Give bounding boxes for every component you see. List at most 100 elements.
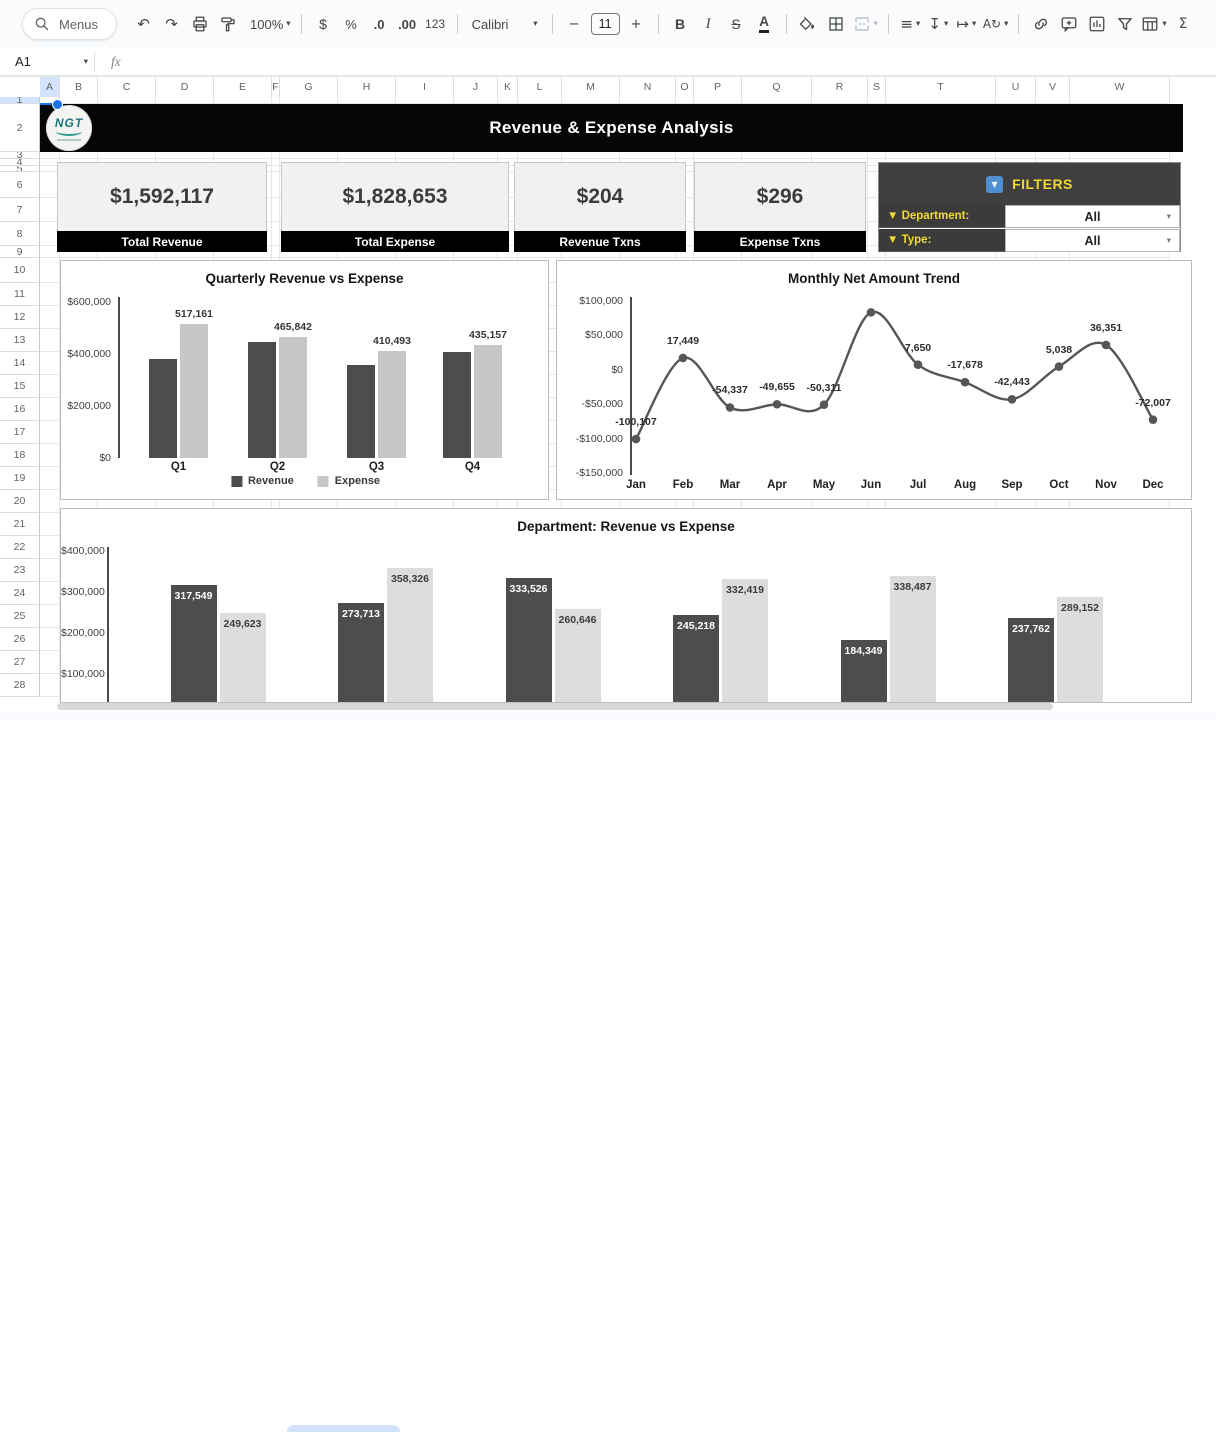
column-header-S[interactable]: S bbox=[868, 77, 886, 97]
column-header-V[interactable]: V bbox=[1036, 77, 1070, 97]
type-filter-dropdown[interactable]: All ▾ bbox=[1005, 229, 1180, 252]
column-header-M[interactable]: M bbox=[562, 77, 620, 97]
column-header-A[interactable]: A bbox=[40, 77, 60, 97]
print-button[interactable] bbox=[186, 11, 213, 38]
chart-panel-monthly-trend[interactable]: Monthly Net Amount Trend $100,000$50,000… bbox=[556, 260, 1192, 500]
row-header-4[interactable]: 4 bbox=[0, 159, 40, 166]
column-header-R[interactable]: R bbox=[812, 77, 868, 97]
formula-bar: A1 ▾ fx bbox=[0, 48, 1216, 76]
row-header-1[interactable]: 1 bbox=[0, 97, 40, 104]
row-header-17[interactable]: 17 bbox=[0, 421, 40, 444]
name-box[interactable]: A1 ▾ bbox=[0, 48, 88, 75]
italic-button[interactable]: I bbox=[695, 11, 722, 38]
row-header-22[interactable]: 22 bbox=[0, 536, 40, 559]
table-views-button[interactable]: ▾ bbox=[1139, 11, 1168, 38]
strikethrough-button[interactable]: S bbox=[723, 11, 750, 38]
column-header-T[interactable]: T bbox=[886, 77, 996, 97]
redo-button[interactable]: ↷ bbox=[158, 11, 185, 38]
increase-font-size-button[interactable]: + bbox=[623, 11, 650, 38]
row-header-18[interactable]: 18 bbox=[0, 444, 40, 467]
filter-label-type: ▼ Type: bbox=[879, 229, 1005, 252]
point-value-label: -42,443 bbox=[994, 376, 1030, 388]
column-header-Q[interactable]: Q bbox=[742, 77, 812, 97]
decrease-decimal-button[interactable]: .0 bbox=[366, 11, 393, 38]
row-header-9[interactable]: 9 bbox=[0, 246, 40, 258]
decrease-font-size-button[interactable]: − bbox=[561, 11, 588, 38]
horizontal-align-button[interactable]: ≡▾ bbox=[897, 11, 924, 38]
row-header-6[interactable]: 6 bbox=[0, 172, 40, 198]
row-header-11[interactable]: 11 bbox=[0, 283, 40, 306]
row-header-28[interactable]: 28 bbox=[0, 674, 40, 697]
row-header-19[interactable]: 19 bbox=[0, 467, 40, 490]
column-header-E[interactable]: E bbox=[214, 77, 272, 97]
format-percent-button[interactable]: % bbox=[338, 11, 365, 38]
column-header-G[interactable]: G bbox=[280, 77, 338, 97]
column-header-I[interactable]: I bbox=[396, 77, 454, 97]
text-wrap-button[interactable]: ↦▾ bbox=[953, 11, 980, 38]
column-header-K[interactable]: K bbox=[498, 77, 518, 97]
create-filter-button[interactable] bbox=[1111, 11, 1138, 38]
row-header-13[interactable]: 13 bbox=[0, 329, 40, 352]
column-header-J[interactable]: J bbox=[454, 77, 498, 97]
fill-color-button[interactable] bbox=[795, 11, 822, 38]
column-header-F[interactable]: F bbox=[272, 77, 280, 97]
active-sheet-tab[interactable] bbox=[287, 1425, 400, 1432]
horizontal-scrollbar[interactable] bbox=[57, 703, 1053, 710]
borders-button[interactable] bbox=[823, 11, 850, 38]
menus-search[interactable]: Menus bbox=[22, 8, 117, 40]
department-filter-dropdown[interactable]: All ▾ bbox=[1005, 205, 1180, 228]
text-color-button[interactable]: A bbox=[751, 11, 778, 38]
insert-link-button[interactable] bbox=[1027, 11, 1054, 38]
text-rotation-button[interactable]: A↻▾ bbox=[981, 11, 1011, 38]
column-header-N[interactable]: N bbox=[620, 77, 676, 97]
column-header-H[interactable]: H bbox=[338, 77, 396, 97]
row-header-20[interactable]: 20 bbox=[0, 490, 40, 513]
column-header-L[interactable]: L bbox=[518, 77, 562, 97]
vertical-align-button[interactable]: ↧▾ bbox=[925, 11, 952, 38]
font-size-input[interactable]: 11 bbox=[591, 13, 620, 35]
format-currency-button[interactable]: $ bbox=[310, 11, 337, 38]
row-header-3[interactable]: 3 bbox=[0, 152, 40, 159]
zoom-control[interactable]: 100% ▾ bbox=[248, 11, 293, 38]
row-header-7[interactable]: 7 bbox=[0, 198, 40, 222]
row-header-12[interactable]: 12 bbox=[0, 306, 40, 329]
font-family-select[interactable]: Calibri ▾ bbox=[466, 11, 544, 38]
dashboard-banner[interactable]: Revenue & Expense Analysis NGT bbox=[40, 104, 1183, 152]
row-header-21[interactable]: 21 bbox=[0, 513, 40, 536]
formula-input[interactable] bbox=[131, 48, 1216, 75]
row-header-16[interactable]: 16 bbox=[0, 398, 40, 421]
select-all-corner[interactable] bbox=[0, 77, 41, 97]
divider bbox=[888, 14, 889, 34]
column-header-C[interactable]: C bbox=[98, 77, 156, 97]
insert-chart-button[interactable] bbox=[1083, 11, 1110, 38]
column-header-O[interactable]: O bbox=[676, 77, 694, 97]
row-header-10[interactable]: 10 bbox=[0, 258, 40, 283]
chart-panel-quarterly[interactable]: Quarterly Revenue vs Expense $600,000$40… bbox=[60, 260, 549, 500]
undo-button[interactable]: ↶ bbox=[130, 11, 157, 38]
selection-handle[interactable] bbox=[52, 99, 63, 110]
x-axis-label: Q1 bbox=[171, 461, 186, 473]
row-header-15[interactable]: 15 bbox=[0, 375, 40, 398]
row-header-27[interactable]: 27 bbox=[0, 651, 40, 674]
column-header-D[interactable]: D bbox=[156, 77, 214, 97]
column-header-B[interactable]: B bbox=[60, 77, 98, 97]
row-header-23[interactable]: 23 bbox=[0, 559, 40, 582]
bold-button[interactable]: B bbox=[667, 11, 694, 38]
increase-decimal-button[interactable]: .00 bbox=[394, 11, 421, 38]
column-header-W[interactable]: W bbox=[1070, 77, 1170, 97]
row-header-26[interactable]: 26 bbox=[0, 628, 40, 651]
row-header-14[interactable]: 14 bbox=[0, 352, 40, 375]
row-header-2[interactable]: 2 bbox=[0, 104, 40, 152]
paint-format-button[interactable] bbox=[214, 11, 241, 38]
functions-button[interactable]: Σ bbox=[1170, 11, 1197, 38]
toolbar: Menus ↶ ↷ 100% ▾ $ % .0 .00 123 Calibri … bbox=[0, 0, 1216, 48]
column-header-U[interactable]: U bbox=[996, 77, 1036, 97]
row-header-25[interactable]: 25 bbox=[0, 605, 40, 628]
insert-comment-button[interactable] bbox=[1055, 11, 1082, 38]
column-header-P[interactable]: P bbox=[694, 77, 742, 97]
more-formats-button[interactable]: 123 bbox=[422, 11, 449, 38]
row-header-8[interactable]: 8 bbox=[0, 222, 40, 246]
merge-cells-button[interactable]: ▾ bbox=[851, 11, 880, 38]
row-header-24[interactable]: 24 bbox=[0, 582, 40, 605]
chart-panel-department[interactable]: Department: Revenue vs Expense $400,000$… bbox=[60, 508, 1192, 703]
